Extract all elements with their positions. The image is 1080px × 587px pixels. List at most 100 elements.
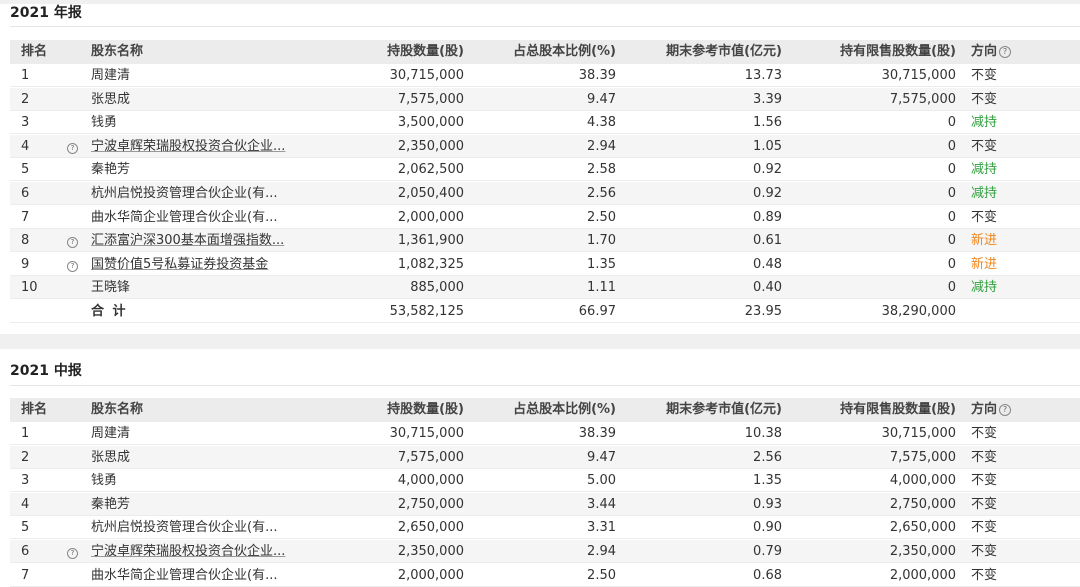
header-restricted[interactable]: 持有限售股数量(股) xyxy=(786,398,956,422)
shares-cell: 30,715,000 xyxy=(389,68,464,83)
header-shares[interactable]: 持股数量(股) xyxy=(328,398,464,422)
shareholder-name-link[interactable]: 钱勇 xyxy=(91,469,316,491)
direction-cell: 不变 xyxy=(971,209,998,225)
shareholder-name-link[interactable]: 杭州启悦投资管理合伙企业(有... xyxy=(91,516,316,538)
shares-cell: 2,350,000 xyxy=(397,138,464,154)
shareholder-name-link[interactable]: 宁波卓辉荣瑞股权投资合伙企业... xyxy=(91,135,316,157)
header-rank: 排名 xyxy=(21,402,48,417)
question-circle-icon[interactable]: ? xyxy=(999,45,1012,58)
question-circle-icon[interactable]: ? xyxy=(999,403,1012,416)
header-direction: 方向? xyxy=(971,398,1061,422)
table-row: ? 6 宁波卓辉荣瑞股权投资合伙企业... 2,350,000 2.94 0.79 2,35… xyxy=(10,540,1080,563)
header-direction: 方向? xyxy=(971,40,1061,64)
header-direction-label: 方向 xyxy=(971,402,998,417)
shares-cell: 3,500,000 xyxy=(397,115,464,131)
ratio-cell: 38.39 xyxy=(578,68,616,83)
interim-report-section: 2021 中报 排名 股东名称 持股数量(股) 占总股本比例(%) 期末参考市值… xyxy=(0,349,1080,587)
shares-cell: 2,650,000 xyxy=(397,520,464,536)
header-shares[interactable]: 持股数量(股) xyxy=(328,40,464,64)
shares-cell: 1,361,900 xyxy=(397,233,464,249)
fund-info-icon[interactable]: ? xyxy=(67,229,83,251)
rank-cell: 3 xyxy=(21,115,30,131)
shareholder-name-link[interactable]: 杭州启悦投资管理合伙企业(有... xyxy=(91,182,316,204)
direction-cell: 减持 xyxy=(971,186,998,201)
header-ratio[interactable]: 占总股本比例(%) xyxy=(470,398,616,422)
fund-info-icon[interactable]: ? xyxy=(67,540,83,562)
table-row: 2 张思成 7,575,000 9.47 2.56 7,575,000 不变 xyxy=(10,445,1080,469)
market-value-cell: 0.79 xyxy=(753,544,782,559)
shareholder-name-link[interactable]: 周建清 xyxy=(91,422,316,444)
header-market-value[interactable]: 期末参考市值(亿元) xyxy=(624,398,782,422)
restricted-shares-cell: 7,575,000 xyxy=(889,449,956,465)
shareholder-name-link[interactable]: 汇添富沪深300基本面增强指数... xyxy=(91,229,316,251)
header-ratio[interactable]: 占总股本比例(%) xyxy=(470,40,616,64)
restricted-shares-cell: 2,650,000 xyxy=(889,520,956,536)
ratio-cell: 1.11 xyxy=(587,280,616,296)
shareholder-name-link[interactable]: 曲水华简企业管理合伙企业(有... xyxy=(91,564,316,586)
table-row: 10 王晓锋 885,000 1.11 0.40 0 减持 xyxy=(10,276,1080,300)
rank-cell: 2 xyxy=(21,449,30,465)
shareholder-name-link[interactable]: 宁波卓辉荣瑞股权投资合伙企业... xyxy=(91,540,316,562)
market-value-cell: 0.48 xyxy=(753,256,782,272)
table-row: 7 曲水华简企业管理合伙企业(有... 2,000,000 2.50 0.68 2,000… xyxy=(10,564,1080,587)
header-rank: 排名 xyxy=(21,44,48,59)
shareholder-name-link[interactable]: 张思成 xyxy=(91,446,316,468)
shareholder-name-link[interactable]: 张思成 xyxy=(91,88,316,110)
shares-cell: 2,000,000 xyxy=(397,567,464,583)
shares-cell: 30,715,000 xyxy=(389,426,464,441)
direction-cell: 不变 xyxy=(971,68,998,83)
question-circle-icon[interactable]: ? xyxy=(67,548,78,559)
rank-cell: 5 xyxy=(21,520,30,536)
shares-cell: 2,062,500 xyxy=(397,162,464,178)
table-row: 4 秦艳芳 2,750,000 3.44 0.93 2,750,000 不变 xyxy=(10,492,1080,516)
direction-cell: 不变 xyxy=(971,567,998,583)
market-value-cell: 0.68 xyxy=(753,567,782,583)
shareholder-name-link[interactable]: 周建清 xyxy=(91,64,316,86)
direction-cell: 减持 xyxy=(971,162,998,178)
shares-cell: 2,750,000 xyxy=(397,496,464,512)
rank-cell: 10 xyxy=(21,280,38,296)
fund-info-icon[interactable]: ? xyxy=(67,135,83,157)
direction-cell: 不变 xyxy=(971,473,998,489)
direction-cell: 不变 xyxy=(971,426,998,441)
question-circle-icon[interactable]: ? xyxy=(67,142,78,154)
ratio-cell: 2.56 xyxy=(587,186,616,201)
table-row: ? 4 宁波卓辉荣瑞股权投资合伙企业... 2,350,000 2.94 1.05 0 不变 xyxy=(10,134,1080,158)
shares-cell: 885,000 xyxy=(410,280,464,296)
ratio-cell: 38.39 xyxy=(578,426,616,441)
market-value-cell: 0.61 xyxy=(753,233,782,249)
market-value-cell: 1.35 xyxy=(753,473,782,489)
table-row: ? 8 汇添富沪深300基本面增强指数... 1,361,900 1.70 0.61 0 新进 xyxy=(10,229,1080,253)
table-row: 1 周建清 30,715,000 38.39 13.73 30,715,000 不变 xyxy=(10,64,1080,87)
ratio-cell: 9.47 xyxy=(587,449,616,465)
shareholder-name-link[interactable]: 钱勇 xyxy=(91,111,316,133)
restricted-shares-cell: 0 xyxy=(947,162,956,178)
market-value-cell: 0.90 xyxy=(753,520,782,536)
shareholder-name-link[interactable]: 国赞价值5号私募证券投资基金 xyxy=(91,253,316,275)
rank-cell: 4 xyxy=(21,138,30,154)
shareholder-name-link[interactable]: 曲水华简企业管理合伙企业(有... xyxy=(91,206,316,228)
ratio-cell: 3.31 xyxy=(587,520,616,536)
shareholder-name-link[interactable]: 秦艳芳 xyxy=(91,158,316,180)
direction-cell: 不变 xyxy=(971,91,998,107)
rank-cell: 2 xyxy=(21,91,30,107)
table-row: 3 钱勇 4,000,000 5.00 1.35 4,000,000 不变 xyxy=(10,469,1080,493)
shareholder-name-link[interactable]: 秦艳芳 xyxy=(91,493,316,515)
ratio-cell: 4.38 xyxy=(587,115,616,131)
divider xyxy=(10,385,1080,386)
header-restricted[interactable]: 持有限售股数量(股) xyxy=(786,40,956,64)
question-circle-icon[interactable]: ? xyxy=(67,237,78,249)
restricted-shares-cell: 0 xyxy=(947,233,956,249)
ratio-cell: 9.47 xyxy=(587,91,616,107)
shareholder-name-link[interactable]: 王晓锋 xyxy=(91,276,316,298)
header-market-value[interactable]: 期末参考市值(亿元) xyxy=(624,40,782,64)
restricted-shares-cell: 0 xyxy=(947,209,956,225)
market-value-cell: 0.92 xyxy=(753,186,782,201)
question-circle-icon[interactable]: ? xyxy=(67,260,78,272)
divider xyxy=(10,26,1080,27)
fund-info-icon[interactable]: ? xyxy=(67,253,83,275)
section-title: 2021 中报 xyxy=(10,363,82,379)
table-row: 1 周建清 30,715,000 38.39 10.38 30,715,000 不变 xyxy=(10,422,1080,445)
restricted-shares-cell: 0 xyxy=(947,138,956,154)
market-value-cell: 3.39 xyxy=(753,91,782,107)
